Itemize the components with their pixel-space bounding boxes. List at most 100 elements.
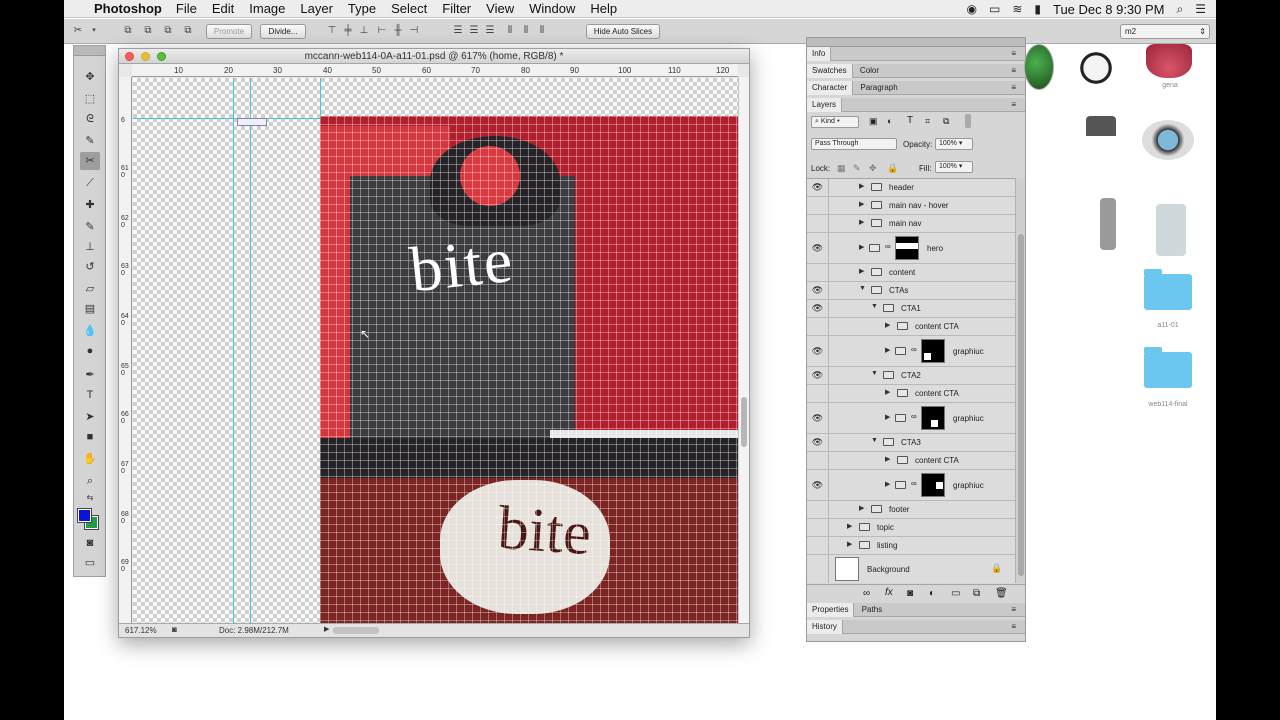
layer-row[interactable]: ▶ listing [807,537,1015,555]
tab-paths[interactable]: Paths [857,603,887,617]
brush-tool-icon[interactable]: ✎ [80,218,100,236]
distribute-center-icon[interactable]: ⫴ [520,25,532,37]
bring-forward-icon[interactable]: ⧉ [142,25,154,37]
visibility-eye-empty[interactable] [807,452,829,469]
distribute-bottom-icon[interactable]: ☰ [484,25,496,37]
expand-triangle-icon[interactable]: ▶ [859,218,864,226]
adjustment-layer-icon[interactable]: ◐ [929,588,935,599]
menu-edit[interactable]: Edit [212,1,234,16]
history-brush-tool-icon[interactable]: ↺ [80,258,100,276]
pen-tool-icon[interactable]: ✒ [80,366,100,384]
battery-icon[interactable]: ▮ [1034,2,1041,16]
collapse-triangle-icon[interactable]: ▼ [871,370,878,377]
blur-tool-icon[interactable]: 💧 [80,322,100,340]
slice-select-tool-icon[interactable]: ✂ [72,25,84,37]
lock-transparent-icon[interactable]: ▦ [837,163,846,174]
menu-type[interactable]: Type [348,1,376,16]
desktop-camera-icon[interactable] [1086,116,1116,166]
layer-mask-thumbnail[interactable] [921,339,945,363]
character-panel-tab[interactable]: Character Paragraph ≡ [807,81,1025,95]
tab-history[interactable]: History [807,620,843,634]
expand-triangle-icon[interactable]: ▶ [847,540,852,548]
document-titlebar[interactable]: mccann-web114-0A-a11-01.psd @ 617% (home… [119,49,749,64]
menu-image[interactable]: Image [249,1,285,16]
new-layer-icon[interactable]: ⧉ [973,588,980,599]
visibility-eye-icon[interactable]: 👁 [807,470,829,500]
dodge-tool-icon[interactable]: ● [80,342,100,360]
desktop-robot-figure-icon[interactable] [1100,198,1116,250]
expand-triangle-icon[interactable]: ▶ [885,480,890,488]
distribute-middle-icon[interactable]: ☰ [468,25,480,37]
expand-triangle-icon[interactable]: ▶ [885,413,890,421]
layer-row[interactable]: ▶ content [807,264,1015,282]
visibility-eye-icon[interactable]: 👁 [807,336,829,366]
filter-shape-icon[interactable]: ⌗ [925,116,930,127]
layer-mask-thumbnail[interactable] [921,473,945,497]
panel-menu-icon[interactable]: ≡ [1006,98,1021,112]
lock-position-icon[interactable]: ✥ [869,163,877,174]
vertical-ruler[interactable]: 6 610 620 630 640 650 660 670 680 690 [119,77,132,624]
menu-select[interactable]: Select [391,1,427,16]
mask-link-icon[interactable]: ∞ [911,412,917,421]
record-icon[interactable]: ◉ [966,2,976,16]
filter-type-icon[interactable]: T [907,115,913,126]
tab-character[interactable]: Character [807,81,854,95]
expand-triangle-icon[interactable]: ▶ [859,267,864,275]
layers-panel-tab[interactable]: Layers ≡ [807,98,1025,112]
opacity-field[interactable]: 100% ▾ [935,138,973,150]
panel-menu-icon[interactable]: ≡ [1006,47,1021,61]
bring-to-front-icon[interactable]: ⧉ [122,25,134,37]
desktop-webcam-icon[interactable] [1142,120,1194,160]
link-layers-icon[interactable]: ∞ [863,588,870,599]
spotlight-search-icon[interactable]: ⌕ [1177,2,1184,17]
path-selection-tool-icon[interactable]: ➤ [80,408,100,426]
screen-mode-icon[interactable]: ▭ [80,554,100,572]
visibility-eye-empty[interactable] [807,537,829,554]
align-bottom-icon[interactable]: ⊥ [358,25,370,37]
collapse-triangle-icon[interactable]: ▼ [871,437,878,444]
desktop-gena-icon[interactable] [1146,44,1192,78]
distribute-left-icon[interactable]: ⫴ [504,25,516,37]
visibility-eye-empty[interactable] [807,519,829,536]
layers-scrollbar[interactable] [1015,178,1025,583]
horizontal-ruler[interactable]: 10 20 30 40 50 60 70 80 90 100 110 120 [132,64,738,77]
menu-view[interactable]: View [486,1,514,16]
guide-line[interactable] [250,78,251,624]
menu-window[interactable]: Window [529,1,575,16]
send-to-back-icon[interactable]: ⧉ [182,25,194,37]
visibility-eye-empty[interactable] [807,501,829,518]
menu-filter[interactable]: Filter [442,1,471,16]
filter-adjustment-icon[interactable]: ◐ [887,116,892,126]
layer-row[interactable]: ▶ main nav - hover [807,197,1015,215]
menu-layer[interactable]: Layer [300,1,333,16]
layer-row[interactable]: Background 🔒 [807,555,1015,583]
tab-color[interactable]: Color [855,64,884,78]
visibility-eye-empty[interactable] [807,318,829,335]
default-colors-icon[interactable]: ⇆ [80,489,100,507]
layer-row[interactable]: ▶ content CTA [807,318,1015,336]
visibility-eye-icon[interactable]: 👁 [807,403,829,433]
zoom-window-icon[interactable] [157,52,166,61]
clock[interactable]: Tue Dec 8 9:30 PM [1053,2,1165,17]
expand-triangle-icon[interactable]: ▶ [885,388,890,396]
expand-triangle-icon[interactable]: ▶ [885,321,890,329]
expand-triangle-icon[interactable]: ▶ [859,200,864,208]
desktop-globe-icon[interactable] [1024,44,1054,90]
rectangle-tool-icon[interactable]: ■ [80,428,100,446]
tab-info[interactable]: Info [807,47,832,61]
mask-link-icon[interactable]: ∞ [911,345,917,354]
eraser-tool-icon[interactable]: ▱ [80,280,100,298]
tab-swatches[interactable]: Swatches [807,64,853,78]
expand-triangle-icon[interactable]: ▶ [847,522,852,530]
wifi-icon[interactable]: ≋ [1012,2,1022,16]
send-backward-icon[interactable]: ⧉ [162,25,174,37]
visibility-eye-empty[interactable] [807,215,829,232]
foreground-color-swatch[interactable] [77,508,92,523]
layer-style-icon[interactable]: fx [885,587,893,598]
slice-tool-icon[interactable]: ✂ [80,152,100,170]
status-menu-arrow-icon[interactable]: ▶ [324,625,329,633]
gradient-tool-icon[interactable]: ▤ [80,300,100,318]
mask-link-icon[interactable]: ∞ [885,242,891,251]
visibility-eye-empty[interactable] [807,197,829,214]
desktop-folder-icon[interactable] [1144,269,1192,310]
